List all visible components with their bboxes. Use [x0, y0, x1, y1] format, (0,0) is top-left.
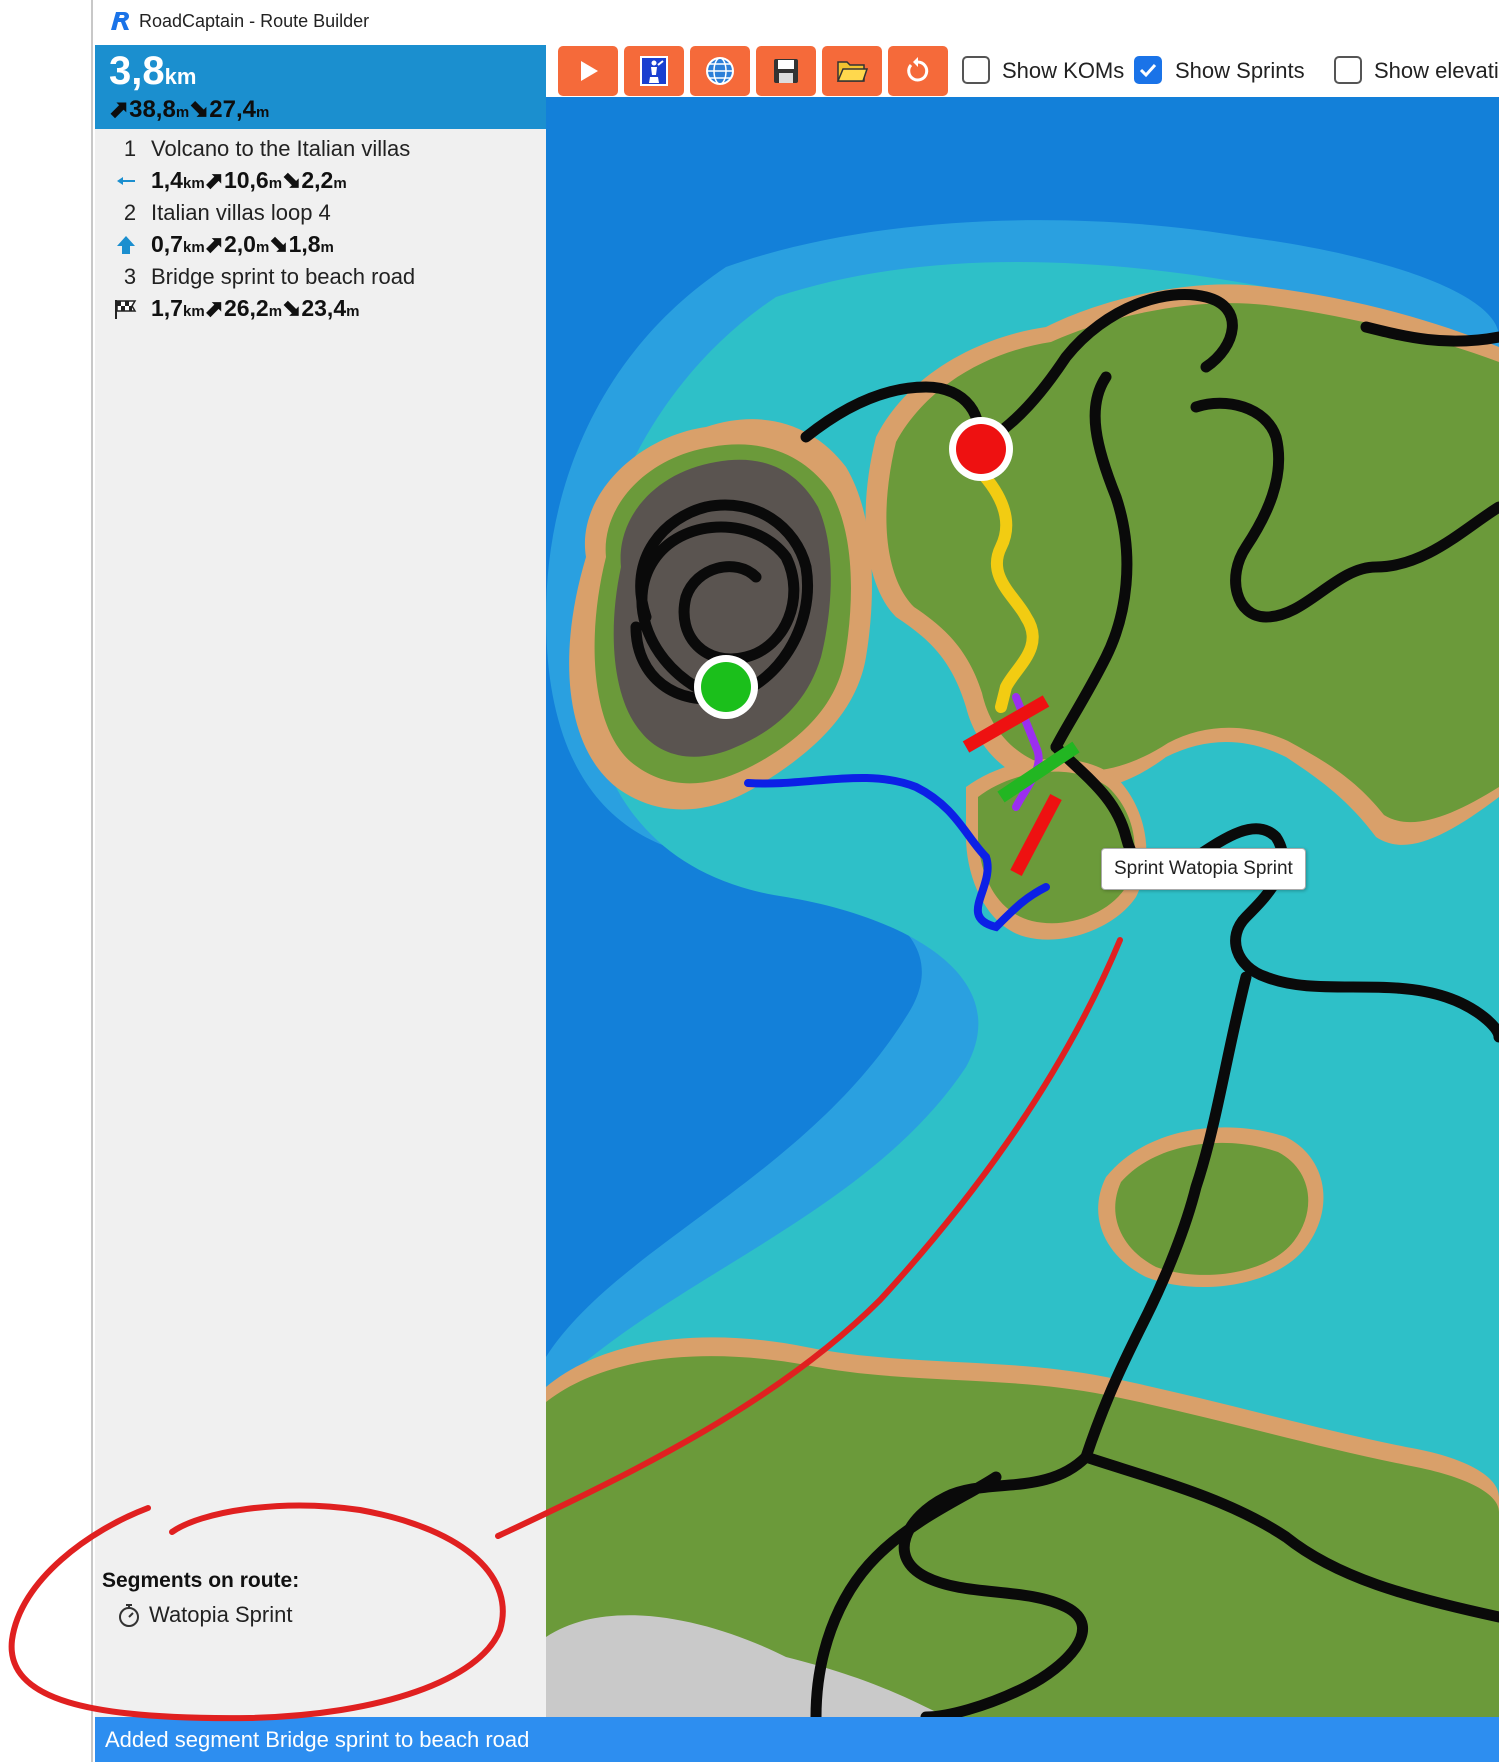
segment-stats-row: 0,7km⬈2,0m⬊1,8m — [95, 227, 546, 263]
segment-distance: 1,4 — [151, 167, 183, 193]
show-koms-checkbox[interactable] — [962, 56, 990, 84]
segment-stats: 0,7km⬈2,0m⬊1,8m — [151, 231, 334, 257]
segment-number: 2 — [123, 200, 137, 225]
arrow-left-icon — [117, 177, 135, 185]
segment-name: Volcano to the Italian villas — [151, 136, 411, 161]
m-unit: m — [320, 239, 334, 256]
segment-stats: 1,4km⬈10,6m⬊2,2m — [151, 167, 347, 193]
window-title: RoadCaptain - Route Builder — [139, 10, 370, 31]
km-unit: km — [182, 239, 205, 256]
clear-route-button[interactable] — [624, 46, 684, 96]
app-window: RoadCaptain - Route Builder 3,8km ⬈38,8m… — [0, 0, 1499, 1762]
show-koms-label[interactable]: Show KOMs — [1002, 58, 1124, 84]
save-button[interactable] — [756, 46, 816, 96]
segment-name: Italian villas loop 4 — [151, 200, 331, 225]
segment-ascent: 2,0 — [223, 231, 256, 257]
finish-flag-icon — [115, 300, 137, 319]
segment-on-route-item[interactable]: Watopia Sprint — [117, 1600, 292, 1630]
roadcaptain-logo-icon — [111, 12, 130, 30]
descent-icon: ⬊ — [189, 96, 210, 123]
total-distance-value: 3,8 — [109, 49, 165, 93]
route-summary: 3,8km ⬈38,8m⬊27,4m — [95, 45, 546, 129]
route-segment-item[interactable]: 2 Italian villas loop 4 — [95, 195, 546, 231]
segment-on-route-name: Watopia Sprint — [149, 1602, 293, 1627]
play-button[interactable] — [558, 46, 618, 96]
background-window-edge — [0, 0, 93, 1762]
reset-button[interactable] — [888, 46, 948, 96]
segment-number: 1 — [123, 136, 137, 161]
show-sprints-label[interactable]: Show Sprints — [1175, 58, 1305, 84]
map-segment-tooltip: Sprint Watopia Sprint — [1101, 848, 1306, 890]
total-distance-unit: km — [164, 64, 197, 89]
status-bar: Added segment Bridge sprint to beach roa… — [95, 1717, 1499, 1762]
save-icon — [774, 59, 798, 83]
segment-stats-row: 1,4km⬈10,6m⬊2,2m — [95, 163, 546, 199]
km-unit: km — [182, 303, 205, 320]
segment-descent: 2,2 — [301, 167, 334, 193]
segment-descent: 23,4 — [301, 295, 347, 321]
route-segment-item[interactable]: 3 Bridge sprint to beach road — [95, 259, 546, 295]
m-unit: m — [333, 175, 347, 192]
segments-on-route-title: Segments on route: — [102, 1569, 300, 1592]
km-unit: km — [182, 175, 205, 192]
world-icon — [706, 57, 734, 85]
clear-route-icon — [640, 56, 668, 86]
reset-icon — [907, 57, 929, 82]
play-icon — [581, 61, 598, 81]
checkmark-icon — [1139, 63, 1157, 78]
ascent-icon: ⬈ — [109, 96, 130, 123]
route-end-pin[interactable] — [956, 424, 1006, 474]
status-message: Added segment Bridge sprint to beach roa… — [105, 1726, 530, 1752]
segment-distance: 1,7 — [151, 295, 183, 321]
show-elevation-checkbox[interactable] — [1334, 56, 1362, 84]
open-folder-icon — [836, 61, 868, 82]
descent-unit: m — [256, 104, 270, 121]
m-unit: m — [346, 303, 360, 320]
route-start-pin[interactable] — [701, 662, 751, 712]
open-button[interactable] — [822, 46, 882, 96]
route-sidebar: 3,8km ⬈38,8m⬊27,4m 1 Volcano to the Ital… — [95, 45, 546, 1717]
title-bar: RoadCaptain - Route Builder — [95, 0, 1499, 42]
total-descent-value: 27,4 — [209, 96, 256, 123]
m-unit: m — [268, 175, 283, 192]
segment-distance: 0,7 — [151, 231, 183, 257]
total-elevation: ⬈38,8m⬊27,4m — [109, 95, 269, 124]
stopwatch-icon — [119, 1604, 139, 1627]
world-map[interactable] — [546, 97, 1499, 1717]
show-elevation-label[interactable]: Show elevatio — [1374, 58, 1499, 84]
segment-ascent: 26,2 — [223, 295, 269, 321]
total-distance: 3,8km — [109, 49, 196, 94]
arrow-up-icon — [117, 236, 135, 254]
show-sprints-checkbox[interactable] — [1134, 56, 1162, 84]
map-toolbar: Show KOMs Show Sprints Show elevatio — [546, 42, 1499, 97]
route-segment-item[interactable]: 1 Volcano to the Italian villas — [95, 131, 546, 167]
m-unit: m — [255, 239, 270, 256]
segment-stats: 1,7km⬈26,2m⬊23,4m — [151, 295, 360, 321]
segment-number: 3 — [123, 264, 137, 289]
map-canvas[interactable] — [546, 97, 1499, 1717]
total-ascent-value: 38,8 — [129, 96, 176, 123]
segment-ascent: 10,6 — [223, 167, 269, 193]
ascent-unit: m — [175, 104, 190, 121]
m-unit: m — [268, 303, 283, 320]
segment-name: Bridge sprint to beach road — [151, 264, 416, 289]
segment-stats-row: 1,7km⬈26,2m⬊23,4m — [95, 291, 546, 327]
world-button[interactable] — [690, 46, 750, 96]
segment-descent: 1,8 — [288, 231, 321, 257]
